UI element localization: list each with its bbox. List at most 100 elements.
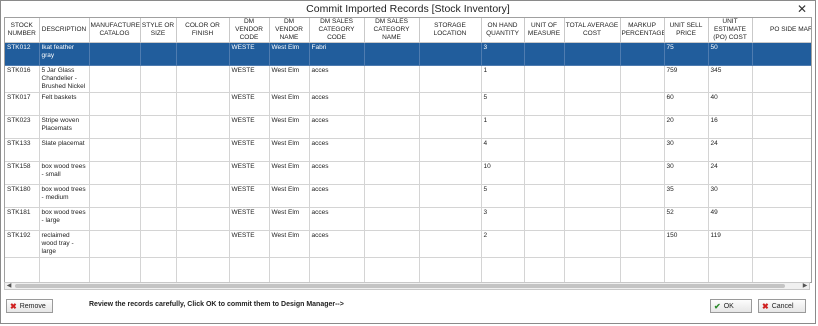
table-cell[interactable] bbox=[752, 230, 811, 258]
table-row[interactable]: STK158 box wood trees - small WESTE West El… bbox=[5, 161, 811, 185]
table-cell[interactable] bbox=[524, 115, 565, 139]
table-cell[interactable] bbox=[564, 184, 621, 208]
table-cell[interactable]: 35 bbox=[664, 184, 709, 208]
table-row[interactable]: STK012 Ikat feather gray WESTE West Elm Fabr… bbox=[5, 42, 811, 66]
table-cell[interactable] bbox=[564, 92, 621, 116]
table-cell[interactable] bbox=[89, 138, 141, 162]
table-cell[interactable]: box wood trees - large bbox=[39, 207, 90, 231]
table-cell[interactable]: 24 bbox=[708, 138, 753, 162]
table-cell[interactable]: West Elm bbox=[269, 138, 310, 162]
column-header[interactable]: DM VENDOR NAME bbox=[269, 18, 310, 43]
table-cell[interactable] bbox=[564, 161, 621, 185]
table-cell[interactable] bbox=[364, 42, 420, 66]
table-cell[interactable] bbox=[140, 184, 177, 208]
table-cell[interactable] bbox=[176, 207, 230, 231]
table-cell[interactable] bbox=[89, 207, 141, 231]
table-cell[interactable]: 5 bbox=[481, 184, 525, 208]
table-cell[interactable] bbox=[140, 92, 177, 116]
table-cell[interactable]: 30 bbox=[664, 161, 709, 185]
table-cell[interactable]: 1 bbox=[481, 65, 525, 93]
table-cell[interactable] bbox=[176, 138, 230, 162]
table-cell[interactable] bbox=[419, 161, 482, 185]
column-header[interactable]: COLOR OR FINISH bbox=[176, 18, 230, 43]
close-icon[interactable]: ✕ bbox=[795, 1, 809, 17]
cancel-button[interactable]: ✖ Cancel bbox=[758, 299, 806, 313]
table-cell[interactable]: acces bbox=[309, 230, 365, 258]
table-cell[interactable]: WESTE bbox=[229, 184, 270, 208]
table-cell[interactable] bbox=[419, 207, 482, 231]
table-cell[interactable]: reclaimed wood tray - large bbox=[39, 230, 90, 258]
column-header[interactable]: DESCRIPTION bbox=[39, 18, 90, 43]
table-cell[interactable]: 345 bbox=[708, 65, 753, 93]
table-cell[interactable] bbox=[564, 42, 621, 66]
table-cell[interactable] bbox=[176, 92, 230, 116]
table-cell[interactable]: Ikat feather gray bbox=[39, 42, 90, 66]
table-cell[interactable]: 16 bbox=[708, 115, 753, 139]
table-cell[interactable] bbox=[89, 92, 141, 116]
table-cell[interactable]: WESTE bbox=[229, 230, 270, 258]
table-cell[interactable] bbox=[419, 138, 482, 162]
table-cell[interactable]: box wood trees - small bbox=[39, 161, 90, 185]
table-cell[interactable]: 119 bbox=[708, 230, 753, 258]
table-cell[interactable]: STK158 bbox=[5, 161, 40, 185]
table-cell[interactable] bbox=[564, 65, 621, 93]
table-cell[interactable] bbox=[364, 92, 420, 116]
table-cell[interactable]: 20 bbox=[664, 115, 709, 139]
table-cell[interactable]: West Elm bbox=[269, 115, 310, 139]
table-cell[interactable]: acces bbox=[309, 161, 365, 185]
table-cell[interactable]: West Elm bbox=[269, 207, 310, 231]
table-cell[interactable] bbox=[176, 65, 230, 93]
table-cell[interactable] bbox=[752, 92, 811, 116]
table-cell[interactable] bbox=[89, 115, 141, 139]
column-header[interactable]: DM VENDOR CODE bbox=[229, 18, 270, 43]
table-cell[interactable]: Felt baskets bbox=[39, 92, 90, 116]
horizontal-scrollbar[interactable]: ◀ ▶ bbox=[4, 282, 810, 290]
table-cell[interactable]: 40 bbox=[708, 92, 753, 116]
scrollbar-thumb[interactable] bbox=[15, 284, 785, 288]
table-cell[interactable]: WESTE bbox=[229, 138, 270, 162]
table-cell[interactable]: West Elm bbox=[269, 161, 310, 185]
table-cell[interactable]: 60 bbox=[664, 92, 709, 116]
table-cell[interactable] bbox=[176, 184, 230, 208]
table-cell[interactable] bbox=[176, 161, 230, 185]
scroll-left-icon[interactable]: ◀ bbox=[5, 282, 13, 290]
table-cell[interactable]: acces bbox=[309, 115, 365, 139]
column-header[interactable]: DM SALES CATEGORY CODE bbox=[309, 18, 365, 43]
table-cell[interactable] bbox=[620, 230, 665, 258]
table-cell[interactable]: West Elm bbox=[269, 42, 310, 66]
table-cell[interactable]: STK180 bbox=[5, 184, 40, 208]
ok-button[interactable]: ✔ OK bbox=[710, 299, 752, 313]
table-cell[interactable] bbox=[564, 230, 621, 258]
table-row[interactable]: STK192 reclaimed wood tray - large WESTE We… bbox=[5, 230, 811, 258]
table-cell[interactable] bbox=[620, 184, 665, 208]
column-header[interactable]: STORAGE LOCATION bbox=[419, 18, 482, 43]
table-cell[interactable] bbox=[524, 161, 565, 185]
table-cell[interactable]: West Elm bbox=[269, 184, 310, 208]
table-cell[interactable]: box wood trees - medium bbox=[39, 184, 90, 208]
table-cell[interactable]: West Elm bbox=[269, 92, 310, 116]
table-cell[interactable] bbox=[419, 115, 482, 139]
table-cell[interactable]: acces bbox=[309, 92, 365, 116]
table-cell[interactable]: 4 bbox=[481, 138, 525, 162]
table-cell[interactable]: Stripe woven Placemats bbox=[39, 115, 90, 139]
table-cell[interactable]: 24 bbox=[708, 161, 753, 185]
table-cell[interactable]: WESTE bbox=[229, 207, 270, 231]
table-cell[interactable]: 1 bbox=[481, 115, 525, 139]
table-cell[interactable] bbox=[564, 138, 621, 162]
records-grid[interactable]: STOCK NUMBER DESCRIPTION MANUFACTURER CATA… bbox=[4, 17, 812, 283]
table-cell[interactable] bbox=[89, 65, 141, 93]
table-cell[interactable]: STK023 bbox=[5, 115, 40, 139]
column-header[interactable]: MARKUP PERCENTAGE bbox=[620, 18, 665, 43]
table-cell[interactable]: STK017 bbox=[5, 92, 40, 116]
table-cell[interactable]: WESTE bbox=[229, 42, 270, 66]
table-cell[interactable]: WESTE bbox=[229, 115, 270, 139]
table-cell[interactable]: WESTE bbox=[229, 92, 270, 116]
table-cell[interactable] bbox=[752, 161, 811, 185]
table-cell[interactable]: 75 bbox=[664, 42, 709, 66]
column-header[interactable]: STOCK NUMBER bbox=[5, 18, 40, 43]
table-cell[interactable] bbox=[176, 115, 230, 139]
column-header[interactable]: STYLE OR SIZE bbox=[140, 18, 177, 43]
table-cell[interactable] bbox=[89, 161, 141, 185]
table-cell[interactable]: 50 bbox=[708, 42, 753, 66]
table-cell[interactable] bbox=[419, 42, 482, 66]
